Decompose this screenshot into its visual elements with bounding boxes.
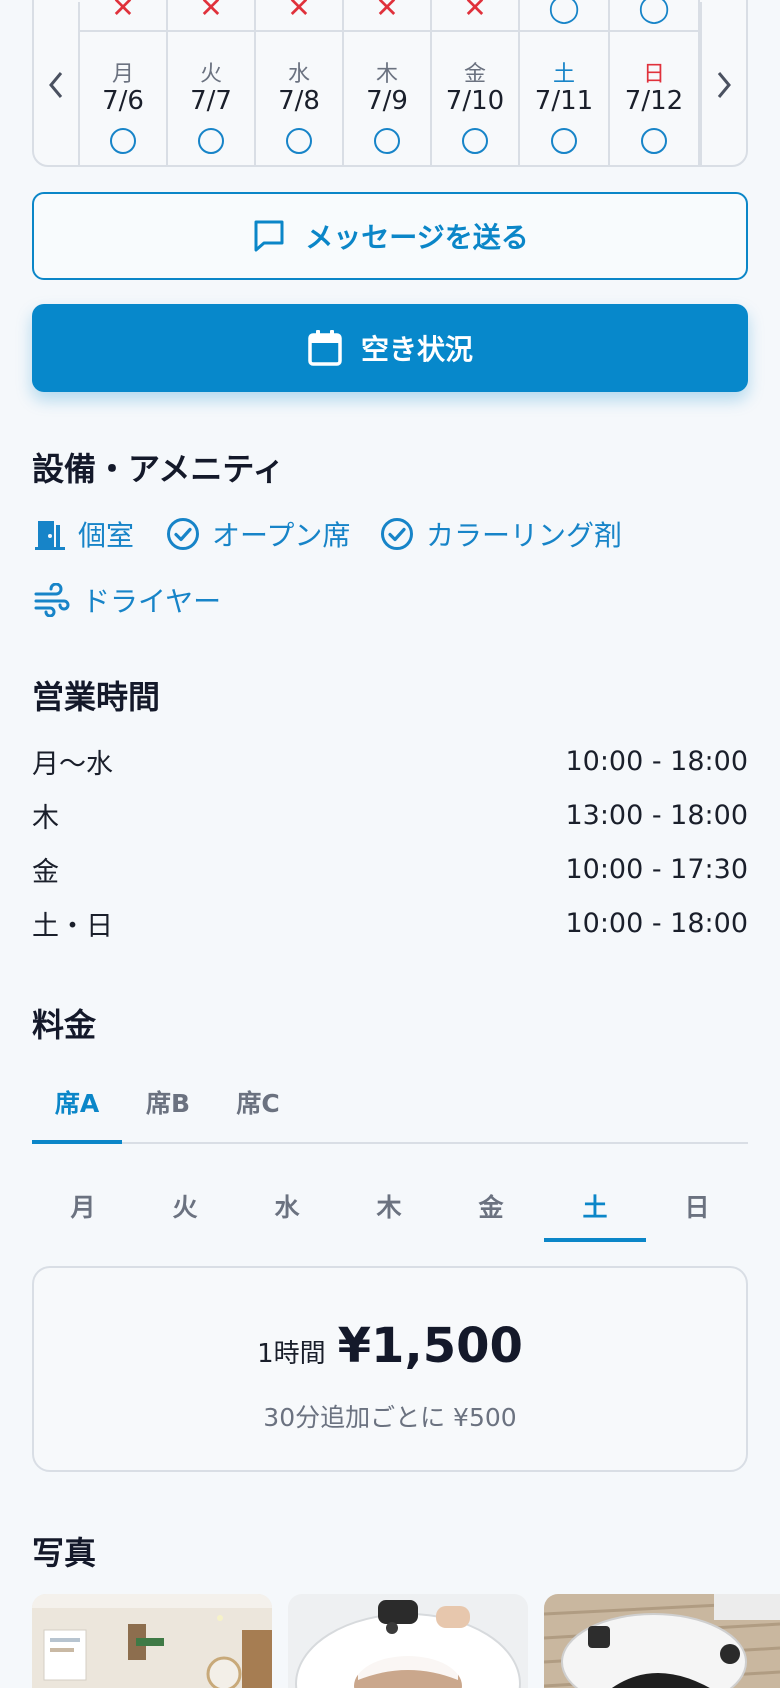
unavailable-mark: ✕ (111, 0, 135, 24)
day-of-week: 水 (287, 62, 310, 87)
calendar-date: 7/12 (624, 86, 684, 116)
available-mark (374, 128, 400, 154)
amenity-open-seat: オープン席 (166, 514, 350, 554)
calendar-day-column[interactable]: ◯ 土 7/11 (520, 0, 610, 167)
tab-day-mon[interactable]: 月 (32, 1188, 134, 1224)
amenity-coloring: カラーリング剤 (380, 514, 622, 554)
day-of-week: 日 (642, 62, 665, 87)
seat-tabs: 席A 席B 席C (32, 1066, 748, 1144)
amenity-dryer: ドライヤー (34, 580, 221, 620)
active-tab-indicator (32, 1140, 122, 1144)
price-card: 1時間 ¥1,500 30分追加ごとに ¥500 (32, 1266, 748, 1472)
calendar-day-column[interactable]: ✕ 水 7/8 (256, 0, 344, 167)
hours-row: 木 13:00 - 18:00 (32, 795, 748, 835)
hours-day: 土・日 (32, 910, 113, 942)
photo-thumbnail[interactable] (288, 1594, 528, 1688)
calendar-day-column[interactable]: ✕ 火 7/7 (168, 0, 256, 167)
tab-seat-c[interactable]: 席C (218, 1084, 298, 1120)
active-day-indicator (544, 1238, 646, 1242)
availability-label: 空き状況 (360, 333, 473, 366)
hours-day: 木 (32, 802, 59, 834)
available-mark (551, 128, 577, 154)
day-of-week: 金 (463, 62, 486, 87)
available-mark (110, 128, 136, 154)
send-message-button[interactable]: メッセージを送る (32, 192, 748, 280)
unavailable-mark: ✕ (287, 0, 311, 24)
hours-day: 月〜水 (32, 748, 113, 780)
hours-row: 土・日 10:00 - 18:00 (32, 903, 748, 943)
available-mark: ◯ (548, 0, 580, 24)
calendar-date: 7/7 (190, 86, 232, 116)
hours-row: 金 10:00 - 17:30 (32, 849, 748, 889)
unavailable-mark: ✕ (375, 0, 399, 24)
calendar-day-column[interactable]: ✕ 金 7/10 (432, 0, 520, 167)
available-mark (641, 128, 667, 154)
tab-day-fri[interactable]: 金 (440, 1188, 542, 1224)
pricing-title: 料金 (32, 1006, 97, 1044)
calendar-date: 7/9 (366, 86, 408, 116)
tab-day-tue[interactable]: 火 (134, 1188, 236, 1224)
calendar-date: 7/10 (445, 86, 505, 116)
hours-time: 10:00 - 17:30 (565, 853, 748, 885)
check-circle-icon (166, 517, 200, 551)
calendar-date: 7/11 (534, 86, 594, 116)
unavailable-mark: ✕ (199, 0, 223, 24)
hours-time: 10:00 - 18:00 (565, 745, 748, 777)
tab-seat-b[interactable]: 席B (128, 1084, 208, 1120)
day-of-week: 土 (552, 62, 575, 87)
day-of-week: 月 (111, 62, 134, 87)
available-mark (286, 128, 312, 154)
check-circle-icon (380, 517, 414, 551)
send-message-label: メッセージを送る (305, 221, 529, 254)
price-unit: 1時間 (257, 1339, 326, 1369)
calendar-date: 7/8 (278, 86, 320, 116)
chevron-right-icon[interactable] (700, 2, 746, 167)
amenities-title: 設備・アメニティ (32, 450, 285, 488)
tab-day-wed[interactable]: 水 (236, 1188, 338, 1224)
tab-day-sun[interactable]: 日 (646, 1188, 748, 1224)
price-value: ¥1,500 (337, 1318, 523, 1374)
wind-icon (34, 583, 70, 617)
price-extra: 30分追加ごとに ¥500 (263, 1403, 517, 1432)
tab-day-sat[interactable]: 土 (544, 1188, 646, 1224)
chevron-left-icon[interactable] (34, 2, 80, 167)
day-of-week: 火 (199, 62, 222, 87)
hours-time: 13:00 - 18:00 (565, 799, 748, 831)
tab-day-thu[interactable]: 木 (338, 1188, 440, 1224)
door-icon (34, 517, 66, 551)
calendar-day-column[interactable]: ✕ 木 7/9 (344, 0, 432, 167)
photo-thumbnail[interactable] (544, 1594, 780, 1688)
hours-day: 金 (32, 856, 59, 888)
calendar-day-column[interactable]: ◯ 日 7/12 (610, 0, 700, 167)
hours-time: 10:00 - 18:00 (565, 907, 748, 939)
available-mark: ◯ (638, 0, 670, 24)
calendar-date: 7/6 (102, 86, 144, 116)
chat-bubble-icon (251, 218, 287, 254)
hours-title: 営業時間 (32, 678, 161, 716)
photo-thumbnail[interactable] (32, 1594, 272, 1688)
calendar-icon (307, 329, 343, 367)
amenity-private-room: 個室 (34, 514, 134, 554)
photos-title: 写真 (32, 1534, 97, 1572)
day-of-week: 木 (375, 62, 398, 87)
available-mark (462, 128, 488, 154)
hours-row: 月〜水 10:00 - 18:00 (32, 741, 748, 781)
tab-seat-a[interactable]: 席A (32, 1084, 122, 1120)
calendar-day-column[interactable]: ✕ 月 7/6 (80, 0, 168, 167)
available-mark (198, 128, 224, 154)
unavailable-mark: ✕ (463, 0, 487, 24)
availability-calendar: ✕ 月 7/6 ✕ 火 7/7 ✕ 水 7/8 ✕ 木 7/9 ✕ 金 7/10… (32, 0, 748, 167)
availability-button[interactable]: 空き状況 (32, 304, 748, 392)
